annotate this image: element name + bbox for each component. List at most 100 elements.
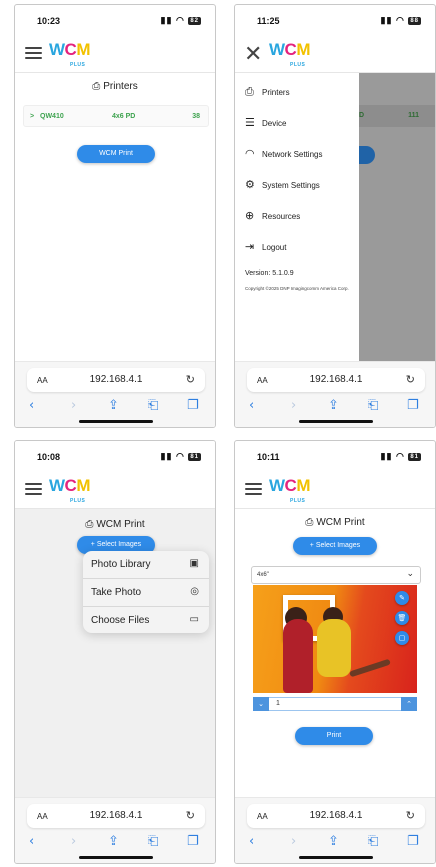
printer-media: 4x6 PD	[112, 113, 136, 120]
wcm-plus-logo: WCM PLUS	[49, 476, 90, 504]
photo-figure-1	[283, 619, 313, 693]
address-bar[interactable]: AA 192.168.4.1 ↻	[247, 804, 425, 828]
drawer-item-system-settings[interactable]: ⚙ System Settings	[245, 178, 320, 192]
reload-icon[interactable]: ↻	[406, 809, 415, 822]
logout-icon: ⇥	[245, 240, 255, 253]
drawer-item-logout[interactable]: ⇥ Logout	[245, 240, 286, 254]
address-bar[interactable]: AA 192.168.4.1 ↻	[27, 804, 205, 828]
status-bar: 11:25 ▮▮ ◠ 88	[235, 5, 435, 35]
photo-figure-2-leg	[349, 658, 391, 678]
address-bar[interactable]: AA 192.168.4.1 ↻	[247, 368, 425, 392]
wcm-plus-logo: WCM PLUS	[269, 476, 310, 504]
tabs-icon[interactable]: ❐	[187, 834, 199, 849]
select-images-button[interactable]: + Select Images	[293, 537, 377, 555]
print-button[interactable]: Print	[295, 727, 373, 745]
status-time: 10:23	[37, 16, 61, 26]
share-icon[interactable]: ⇪	[328, 834, 339, 849]
home-indicator	[299, 856, 373, 859]
drawer-item-network-settings[interactable]: ◠ Network Settings	[245, 147, 322, 161]
status-bar: 10:23 ▮▮ ◠ 82	[15, 5, 215, 35]
device-icon: ☰	[245, 116, 255, 129]
back-icon[interactable]: ‹	[249, 834, 254, 849]
forward-icon[interactable]: ›	[71, 834, 76, 849]
quantity-value[interactable]: 1	[276, 700, 280, 707]
signal-icon: ▮▮	[380, 15, 393, 25]
menu-item-take-photo[interactable]: Take Photo ◎	[83, 579, 209, 606]
address-bar[interactable]: AA 192.168.4.1 ↻	[27, 368, 205, 392]
wifi-status-icon: ◠	[175, 451, 185, 461]
drawer-item-device[interactable]: ☰ Device	[245, 116, 286, 130]
browser-toolbar: AA 192.168.4.1 ↻ ‹ › ⇪ ⎗ ❐	[235, 361, 435, 427]
signal-icon: ▮▮	[160, 15, 173, 25]
printer-icon: ⎙	[85, 519, 94, 530]
browser-nav: ‹ › ⇪ ⎗ ❐	[235, 398, 435, 416]
increase-quantity-button[interactable]: ⌃	[401, 697, 417, 711]
browser-toolbar: AA 192.168.4.1 ↻ ‹ › ⇪ ⎗ ❐	[15, 361, 215, 427]
screen-side-menu: 11:25 ▮▮ ◠ 88 ✕ WCM PLUS D 111 ⎙ Printers…	[234, 4, 436, 428]
menu-icon[interactable]	[25, 47, 42, 59]
drawer-item-printers[interactable]: ⎙ Printers	[245, 85, 290, 99]
close-icon[interactable]: ✕	[244, 42, 262, 67]
reload-icon[interactable]: ↻	[186, 809, 195, 822]
photo-preview[interactable]	[253, 585, 417, 693]
status-time: 10:08	[37, 452, 61, 462]
back-icon[interactable]: ‹	[249, 398, 254, 413]
print-size-select[interactable]: 4x6" ⌄	[251, 566, 421, 584]
forward-icon[interactable]: ›	[291, 834, 296, 849]
page-title: ⎙ Printers	[92, 81, 138, 92]
gear-icon: ⚙	[245, 178, 255, 191]
printer-row[interactable]: > QW410 4x6 PD 38	[23, 105, 209, 127]
folder-icon: ▭	[189, 614, 199, 625]
menu-icon[interactable]	[245, 483, 262, 495]
home-indicator	[79, 856, 153, 859]
battery-icon: 88	[408, 16, 421, 25]
chevron-down-icon: ⌄	[406, 569, 414, 579]
status-icons: ▮▮ ◠ 88	[381, 15, 421, 26]
printer-icon: ⎙	[92, 81, 101, 92]
wifi-icon: ◠	[245, 147, 255, 160]
share-icon[interactable]: ⇪	[328, 398, 339, 413]
menu-item-photo-library[interactable]: Photo Library ▣	[83, 551, 209, 578]
bookmarks-icon[interactable]: ⎗	[368, 398, 378, 413]
screen-image-editor: 10:11 ▮▮ ◠ 81 WCM PLUS ⎙ WCM Print + Sele…	[234, 440, 436, 864]
wcm-print-button[interactable]: WCM Print	[77, 145, 155, 163]
back-icon[interactable]: ‹	[29, 834, 34, 849]
tabs-icon[interactable]: ❐	[407, 834, 419, 849]
printer-name: QW410	[40, 113, 64, 120]
reload-icon[interactable]: ↻	[406, 373, 415, 386]
wifi-status-icon: ◠	[395, 451, 405, 461]
home-indicator	[299, 420, 373, 423]
share-icon[interactable]: ⇪	[108, 398, 119, 413]
browser-nav: ‹ › ⇪ ⎗ ❐	[15, 834, 215, 852]
home-indicator	[79, 420, 153, 423]
forward-icon[interactable]: ›	[71, 398, 76, 413]
app-header: WCM PLUS	[235, 471, 435, 509]
camera-icon: ◎	[190, 586, 199, 597]
bookmarks-icon[interactable]: ⎗	[148, 834, 158, 849]
wifi-status-icon: ◠	[175, 15, 185, 25]
photo-library-icon: ▣	[189, 558, 199, 569]
tabs-icon[interactable]: ❐	[187, 398, 199, 413]
bookmarks-icon[interactable]: ⎗	[368, 834, 378, 849]
decrease-quantity-button[interactable]: ⌄	[253, 697, 269, 711]
wcm-plus-logo: WCM PLUS	[269, 40, 310, 68]
url-text: 192.168.4.1	[89, 810, 143, 821]
drawer-item-resources[interactable]: ⊕ Resources	[245, 209, 300, 223]
menu-icon[interactable]	[25, 483, 42, 495]
globe-icon: ⊕	[245, 209, 255, 222]
tabs-icon[interactable]: ❐	[407, 398, 419, 413]
bookmarks-icon[interactable]: ⎗	[148, 398, 158, 413]
signal-icon: ▮▮	[380, 451, 393, 461]
app-version: Version: 5.1.0.9	[245, 270, 294, 277]
share-icon[interactable]: ⇪	[108, 834, 119, 849]
reload-icon[interactable]: ↻	[186, 373, 195, 386]
status-bar: 10:08 ▮▮ ◠ 81	[15, 441, 215, 471]
back-icon[interactable]: ‹	[29, 398, 34, 413]
status-bar: 10:11 ▮▮ ◠ 81	[235, 441, 435, 471]
crop-icon[interactable]: ▢	[395, 631, 409, 645]
menu-item-choose-files[interactable]: Choose Files ▭	[83, 607, 209, 634]
edit-icon[interactable]: ✎	[395, 591, 409, 605]
expand-chevron-icon[interactable]: >	[30, 113, 34, 120]
forward-icon[interactable]: ›	[291, 398, 296, 413]
delete-icon[interactable]: 🗑	[395, 611, 409, 625]
